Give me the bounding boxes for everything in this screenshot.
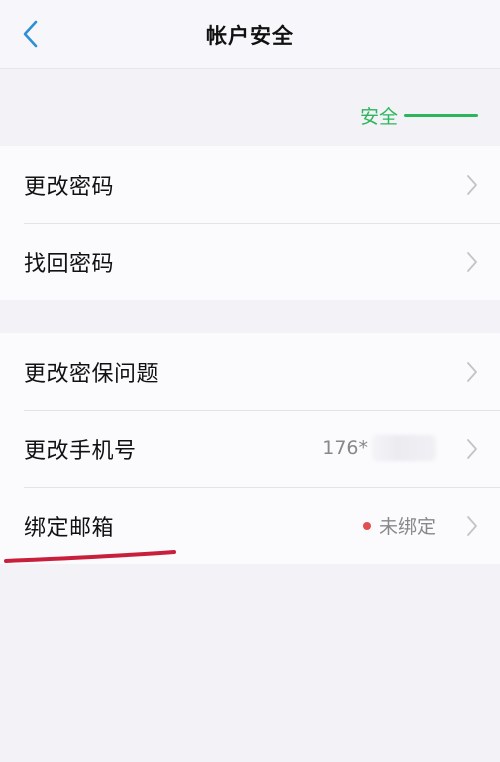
page-title: 帐户安全	[206, 24, 294, 48]
bind-email-label: 绑定邮箱	[24, 516, 115, 541]
chevron-right-icon	[467, 439, 477, 459]
change-password-row[interactable]: 更改密码	[0, 146, 500, 223]
chevron-right-icon	[467, 516, 477, 536]
bind-email-row[interactable]: 绑定邮箱 未绑定	[0, 487, 500, 564]
change-phone-label: 更改手机号	[24, 439, 137, 464]
recover-password-label: 找回密码	[24, 252, 115, 277]
phone-number-text: 176*	[322, 437, 368, 459]
chevron-right-icon	[467, 362, 477, 382]
change-password-label: 更改密码	[24, 175, 115, 200]
status-dot-icon	[362, 521, 371, 530]
change-phone-row[interactable]: 更改手机号 176*	[0, 410, 500, 487]
email-status-text: 未绑定	[378, 516, 436, 538]
phone-value: 176*	[322, 435, 436, 461]
nav-bar: 帐户安全	[0, 0, 500, 69]
settings-group-account: 更改密保问题 更改手机号 176* 绑定邮箱 未绑定	[0, 333, 500, 564]
change-security-question-row[interactable]: 更改密保问题	[0, 333, 500, 410]
chevron-right-icon	[467, 175, 477, 195]
phone-redaction-mask	[372, 435, 436, 461]
security-level-text: 安全	[359, 105, 398, 128]
email-status: 未绑定	[362, 512, 436, 539]
security-level-bar	[404, 113, 478, 117]
chevron-right-icon	[467, 252, 477, 272]
security-level-indicator: 安全	[360, 102, 478, 128]
change-security-question-label: 更改密保问题	[24, 362, 160, 387]
recover-password-row[interactable]: 找回密码	[0, 223, 500, 300]
settings-group-password: 更改密码 找回密码	[0, 146, 500, 300]
